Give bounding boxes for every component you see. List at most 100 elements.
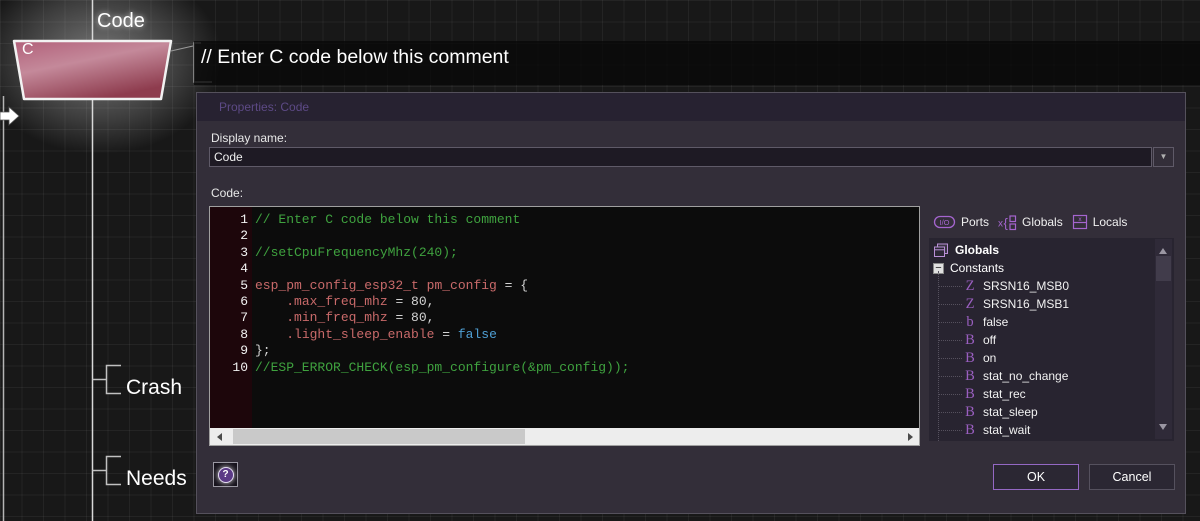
- code-line: //setCpuFrequencyMhz(240);: [255, 245, 919, 261]
- tree-item-off[interactable]: Boff: [929, 331, 1174, 349]
- line-number: 6: [210, 294, 248, 310]
- line-number: 5: [210, 278, 248, 294]
- tree-scrollbar[interactable]: [1155, 239, 1172, 439]
- tree-item-label: stat_sleep: [983, 405, 1038, 419]
- tree-item-stat_rec[interactable]: Bstat_rec: [929, 385, 1174, 403]
- svg-text:x: x: [998, 218, 1003, 229]
- globals-tree-panel[interactable]: Globals − Constants Z SRSN16_MSB0 Z SRSN16_…: [929, 238, 1174, 441]
- line-number: 1: [210, 212, 248, 228]
- line-number: 4: [210, 261, 248, 277]
- tree-item-stat_wait[interactable]: Bstat_wait: [929, 421, 1174, 439]
- tree-item-SRSN16_MSB0[interactable]: Z SRSN16_MSB0: [929, 277, 1174, 295]
- scroll-right-button[interactable]: [902, 428, 919, 445]
- dialog-title[interactable]: Properties: Code: [197, 93, 1185, 121]
- tree-root-label: Globals: [955, 243, 999, 257]
- display-name-dropdown-button[interactable]: ▼: [1153, 147, 1174, 167]
- tree-root-globals[interactable]: Globals: [929, 241, 1174, 259]
- code-line: .min_freq_mhz = 80,: [255, 310, 919, 326]
- right-arrow-icon: [908, 433, 917, 441]
- type-B-icon: B: [962, 350, 978, 367]
- line-number: 3: [210, 245, 248, 261]
- tree-connector: [938, 322, 962, 323]
- code-line: //ESP_ERROR_CHECK(esp_pm_configure(&pm_c…: [255, 360, 919, 376]
- trapezoid-shape: [11, 38, 175, 102]
- tree-item-label: stat_wait: [983, 423, 1030, 437]
- code-gutter: 12345678910: [210, 207, 252, 428]
- code-line: };: [255, 343, 919, 359]
- tree-connector: [938, 376, 962, 377]
- scroll-down-icon[interactable]: [1159, 424, 1167, 434]
- globals-tree-items: ZSRSN16_MSB0ZSRSN16_MSB1bfalseBoffBonBst…: [929, 277, 1174, 441]
- code-line: .max_freq_mhz = 80,: [255, 294, 919, 310]
- type-Z-icon: Z: [962, 278, 978, 295]
- start-arrow-icon[interactable]: [0, 106, 20, 126]
- type-b-icon: b: [962, 314, 978, 331]
- display-name-input[interactable]: [209, 147, 1152, 167]
- node-label-crash[interactable]: Crash: [126, 376, 182, 400]
- code-content[interactable]: // Enter C code below this comment //set…: [252, 207, 919, 428]
- tree-connector: [938, 430, 962, 431]
- tree-connector: [938, 286, 962, 287]
- tab-label: Globals: [1022, 215, 1063, 229]
- type-Z-icon: Z: [962, 296, 978, 313]
- svg-text:{: {: [1004, 215, 1009, 230]
- code-line: // Enter C code below this comment: [255, 212, 919, 228]
- type-B-icon: B: [962, 386, 978, 403]
- tab-ports[interactable]: I/O Ports: [933, 215, 989, 229]
- tree-item-on[interactable]: Bon: [929, 349, 1174, 367]
- code-line: esp_pm_config_esp32_t pm_config = {: [255, 278, 919, 294]
- tab-label: Ports: [961, 215, 989, 229]
- tree-item-false[interactable]: bfalse: [929, 313, 1174, 331]
- tree-group-label: Constants: [950, 261, 1004, 275]
- tree-connector: [938, 394, 962, 395]
- comment-annotation-text[interactable]: // Enter C code below this comment: [201, 46, 509, 69]
- tree-item-label: stat_no_change: [983, 369, 1068, 383]
- tab-label: Locals: [1093, 215, 1128, 229]
- tree-connector: [938, 304, 962, 305]
- code-line: [255, 261, 919, 277]
- tab-locals[interactable]: x Locals: [1072, 214, 1128, 230]
- tree-connector: [938, 358, 962, 359]
- tree-item-SRSN16_MSB1[interactable]: Z SRSN16_MSB1: [929, 295, 1174, 313]
- line-number: 7: [210, 310, 248, 326]
- scroll-up-icon[interactable]: [1159, 244, 1167, 254]
- tree-item-label: SRSN16_MSB0: [983, 279, 1069, 293]
- type-B-icon: B: [962, 332, 978, 349]
- code-label: Code:: [211, 186, 243, 200]
- type-B-icon: B: [962, 422, 978, 439]
- scroll-left-button[interactable]: [210, 428, 227, 445]
- tree-item-label: SRSN16_MSB1: [983, 297, 1069, 311]
- tree-item-partial[interactable]: B: [929, 439, 1174, 441]
- editor-horizontal-scrollbar[interactable]: [210, 428, 919, 445]
- left-arrow-icon: [213, 433, 222, 441]
- type-B-icon: B: [962, 404, 978, 421]
- tab-globals[interactable]: x { Globals: [998, 214, 1063, 231]
- line-number: 8: [210, 327, 248, 343]
- scrollbar-track[interactable]: [227, 428, 902, 445]
- cancel-button[interactable]: Cancel: [1089, 464, 1175, 490]
- tree-item-label: stat_rec: [983, 387, 1026, 401]
- code-editor[interactable]: 12345678910 // Enter C code below this c…: [209, 206, 920, 446]
- tree-item-stat_no_change[interactable]: Bstat_no_change: [929, 367, 1174, 385]
- node-label-needs[interactable]: Needs: [126, 467, 187, 491]
- line-number: 9: [210, 343, 248, 359]
- tree-group-constants[interactable]: − Constants: [929, 259, 1174, 277]
- properties-dialog: Properties: Code Display name: ▼ Code: 1…: [196, 92, 1186, 514]
- ports-io-icon: I/O: [933, 215, 956, 229]
- tree-item-stat_sleep[interactable]: Bstat_sleep: [929, 403, 1174, 421]
- locals-icon: x: [1072, 214, 1088, 230]
- code-line: .light_sleep_enable = false: [255, 327, 919, 343]
- tree-scrollbar-thumb[interactable]: [1156, 256, 1171, 281]
- help-button[interactable]: ?: [213, 462, 238, 487]
- side-panel-tabs: I/O Ports x { Globals x Locals: [933, 211, 1127, 233]
- node-title[interactable]: Code: [97, 10, 145, 33]
- component-letter: C: [22, 41, 34, 59]
- code-component-node[interactable]: C: [11, 38, 175, 107]
- type-B-icon: B: [962, 368, 978, 385]
- ok-button[interactable]: OK: [993, 464, 1079, 490]
- question-mark-icon: ?: [218, 467, 234, 483]
- globals-icon: x {: [998, 214, 1017, 231]
- svg-text:I/O: I/O: [939, 218, 949, 227]
- scrollbar-thumb[interactable]: [233, 429, 525, 444]
- line-number: 2: [210, 228, 248, 244]
